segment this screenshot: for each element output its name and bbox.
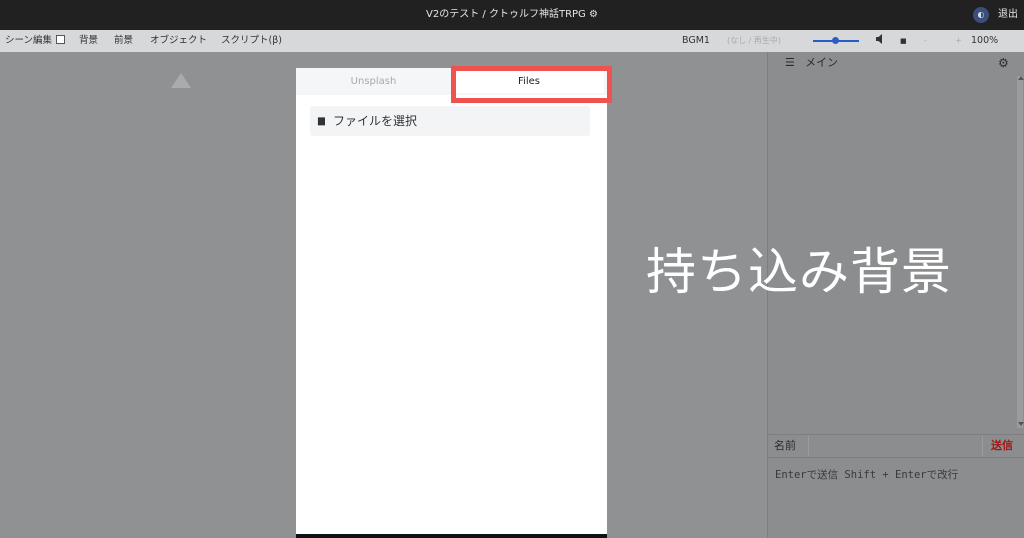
menu-script[interactable]: スクリプト(β) xyxy=(221,30,282,52)
list-icon[interactable]: ☰ xyxy=(785,52,795,74)
scene-edit-checkbox[interactable] xyxy=(56,35,66,44)
chat-scrollbar[interactable] xyxy=(1017,76,1023,428)
message-input[interactable]: Enterで送信 Shift + Enterで改行 xyxy=(768,457,1024,538)
stop-icon[interactable]: ■ xyxy=(900,30,907,52)
menu-background[interactable]: 背景 xyxy=(79,30,98,52)
send-button[interactable]: 送信 xyxy=(991,435,1013,457)
room-title[interactable]: V2のテスト / クトゥルフ神話TRPG ⚙ xyxy=(0,0,1024,30)
scene-edit-label: シーン編集 xyxy=(5,35,53,46)
bgm-label[interactable]: BGM1 xyxy=(682,30,710,52)
volume-slider-handle[interactable] xyxy=(832,37,839,44)
scroll-up-icon[interactable] xyxy=(1018,76,1024,80)
name-label: 名前 xyxy=(774,439,796,452)
bgm-status: (なし / 再生中) xyxy=(727,36,782,45)
volume-icon[interactable] xyxy=(876,30,885,52)
gear-icon[interactable]: ⚙ xyxy=(998,52,1009,74)
chat-header: ☰ メイン ⚙ xyxy=(768,52,1024,74)
dialog-bottom-edge xyxy=(296,534,607,538)
exit-button[interactable]: 退出 xyxy=(998,0,1018,30)
scroll-down-icon[interactable] xyxy=(1018,422,1024,426)
user-avatar[interactable]: ◐ xyxy=(973,7,989,23)
canvas-arrow-icon xyxy=(171,73,191,88)
message-placeholder: Enterで送信 Shift + Enterで改行 xyxy=(775,469,959,481)
menu-foreground[interactable]: 前景 xyxy=(114,30,133,52)
zoom-level: 100% xyxy=(971,35,999,46)
chat-tab-main[interactable]: メイン xyxy=(805,52,838,74)
zoom-in-button[interactable]: + xyxy=(955,30,962,52)
zoom-out-button[interactable]: - xyxy=(924,30,927,52)
image-picker-dialog: Unsplash Files ▆ ファイルを選択 xyxy=(296,68,607,534)
select-file-button[interactable]: ▆ ファイルを選択 xyxy=(310,106,590,136)
name-input[interactable] xyxy=(808,436,983,456)
menu-bar: シーン編集 背景 前景 オブジェクト スクリプト(β) BGM1 (なし / 再… xyxy=(0,30,1024,52)
name-row: 名前 送信 xyxy=(768,434,1024,456)
title-bar: V2のテスト / クトゥルフ神話TRPG ⚙ ◐ 退出 xyxy=(0,0,1024,30)
tab-unsplash[interactable]: Unsplash xyxy=(296,68,451,95)
menu-objects[interactable]: オブジェクト xyxy=(150,30,207,52)
folder-icon: ▆ xyxy=(318,116,325,126)
files-tab-highlight xyxy=(451,66,612,103)
scene-edit-toggle[interactable]: シーン編集 xyxy=(5,30,66,52)
select-file-label: ファイルを選択 xyxy=(333,114,418,128)
overlay-caption: 持ち込み背景 xyxy=(646,243,952,301)
